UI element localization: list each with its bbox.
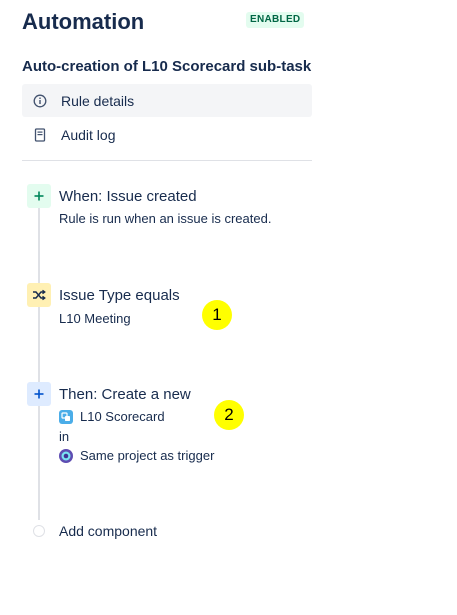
action-issue-type: L10 Scorecard [59, 409, 165, 424]
condition-subtitle: L10 Meeting [59, 311, 131, 326]
timeline-line [38, 190, 40, 520]
condition-title[interactable]: Issue Type equals [59, 287, 180, 304]
trigger-title[interactable]: When: Issue created [59, 188, 197, 205]
trigger-subtitle: Rule is run when an issue is created. [59, 211, 272, 226]
action-project: Same project as trigger [59, 448, 214, 463]
action-plus-icon[interactable] [27, 382, 51, 406]
rule-name: Auto-creation of L10 Scorecard sub-task [22, 58, 312, 75]
nav-item-label: Rule details [61, 92, 135, 109]
add-component-dot-icon[interactable] [33, 525, 45, 537]
action-title[interactable]: Then: Create a new [59, 386, 191, 403]
callout-badge: 1 [202, 300, 232, 330]
nav-item-rule-details[interactable]: Rule details [22, 84, 312, 117]
action-connector: in [59, 429, 70, 444]
shuffle-icon[interactable] [27, 283, 51, 307]
status-badge: ENABLED [246, 12, 305, 28]
document-icon [33, 127, 47, 142]
info-icon [33, 94, 47, 108]
subtask-icon [59, 409, 73, 424]
page-title: Automation [22, 9, 145, 34]
callout-badge: 2 [214, 400, 244, 430]
nav-item-audit-log[interactable]: Audit log [22, 118, 312, 151]
issue-type-label: L10 Scorecard [80, 409, 165, 424]
project-label: Same project as trigger [80, 448, 215, 463]
nav-item-label: Audit log [61, 126, 116, 143]
divider [22, 160, 312, 161]
project-avatar-icon [59, 448, 73, 463]
add-component-button[interactable]: Add component [59, 523, 157, 539]
trigger-plus-icon[interactable] [27, 184, 51, 208]
header: Automation ENABLED [22, 8, 312, 38]
